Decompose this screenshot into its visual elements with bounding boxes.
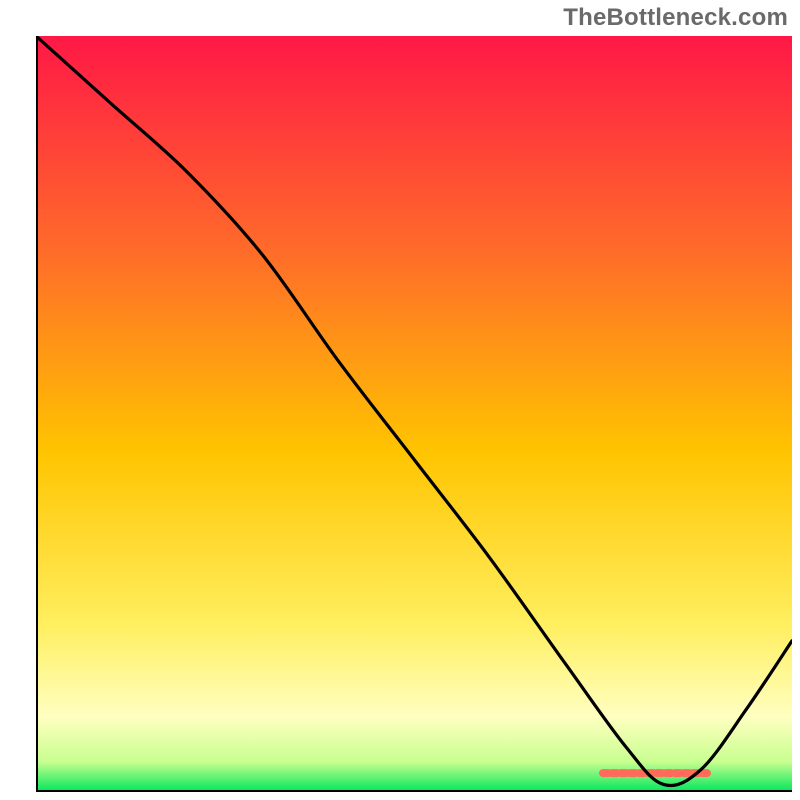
- chart-frame: TheBottleneck.com: [0, 0, 800, 800]
- gradient-background: [36, 36, 792, 792]
- chart-svg: [36, 36, 792, 792]
- chart-plot-area: [36, 36, 792, 792]
- watermark-text: TheBottleneck.com: [563, 4, 788, 32]
